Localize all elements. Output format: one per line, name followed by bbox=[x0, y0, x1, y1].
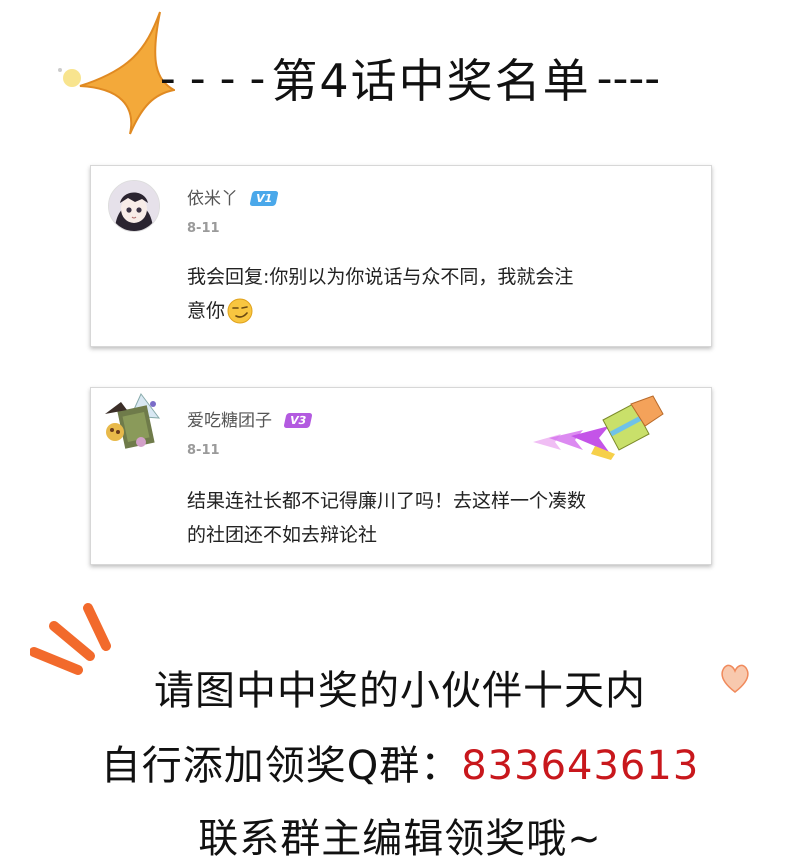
avatar[interactable] bbox=[108, 180, 160, 232]
comment-text: 我会回复:你别以为你说话与众不同，我就会注 意你 bbox=[187, 260, 687, 328]
comment-text: 结果连社长都不记得廉川了吗！去这样一个凑数 的社团还不如去辩论社 bbox=[187, 484, 697, 552]
comment-card: 爱吃糖团子 V3 8-11 结果连社长都不记得廉川了吗！去这样一个凑数 的社团还… bbox=[90, 387, 712, 565]
title-text: 第4话中奖名单 bbox=[271, 54, 591, 108]
avatar[interactable] bbox=[101, 392, 163, 454]
vip-badge: V1 bbox=[249, 191, 279, 206]
avatar-image bbox=[109, 181, 159, 231]
notice-line: 请图中中奖的小伙伴十天内 bbox=[154, 668, 646, 714]
qq-group-number[interactable]: 833643613 bbox=[461, 743, 699, 789]
comment-text-line: 我会回复:你别以为你说话与众不同，我就会注 bbox=[187, 266, 574, 288]
comment-date: 8-11 bbox=[187, 443, 220, 458]
vip-badge: V3 bbox=[283, 413, 313, 428]
comment-date: 8-11 bbox=[187, 221, 220, 236]
smirk-emoji-icon bbox=[227, 298, 253, 324]
page-title: - - - - 第4话中奖名单 ---- bbox=[60, 38, 760, 118]
title-dashes-left: - - - - bbox=[159, 52, 266, 104]
comment-text-line: 的社团还不如去辩论社 bbox=[187, 524, 378, 546]
comment-username[interactable]: 爱吃糖团子 bbox=[187, 411, 272, 431]
comment-username[interactable]: 依米丫 bbox=[187, 189, 238, 209]
notice-line: 联系群主编辑领奖哦~ bbox=[198, 816, 602, 862]
title-dashes-right: ---- bbox=[596, 52, 661, 104]
paintbrush-icon bbox=[533, 395, 664, 460]
comment-card: 依米丫 V1 8-11 我会回复:你别以为你说话与众不同，我就会注 意你 bbox=[90, 165, 712, 347]
avatar-image bbox=[105, 393, 161, 449]
comment-text-line: 结果连社长都不记得廉川了吗！去这样一个凑数 bbox=[187, 490, 587, 512]
comment-text-line: 意你 bbox=[187, 300, 226, 322]
notice-line-prefix: 自行添加领奖Q群： bbox=[100, 743, 462, 789]
notice-line: 自行添加领奖Q群：833643613 bbox=[0, 733, 800, 791]
